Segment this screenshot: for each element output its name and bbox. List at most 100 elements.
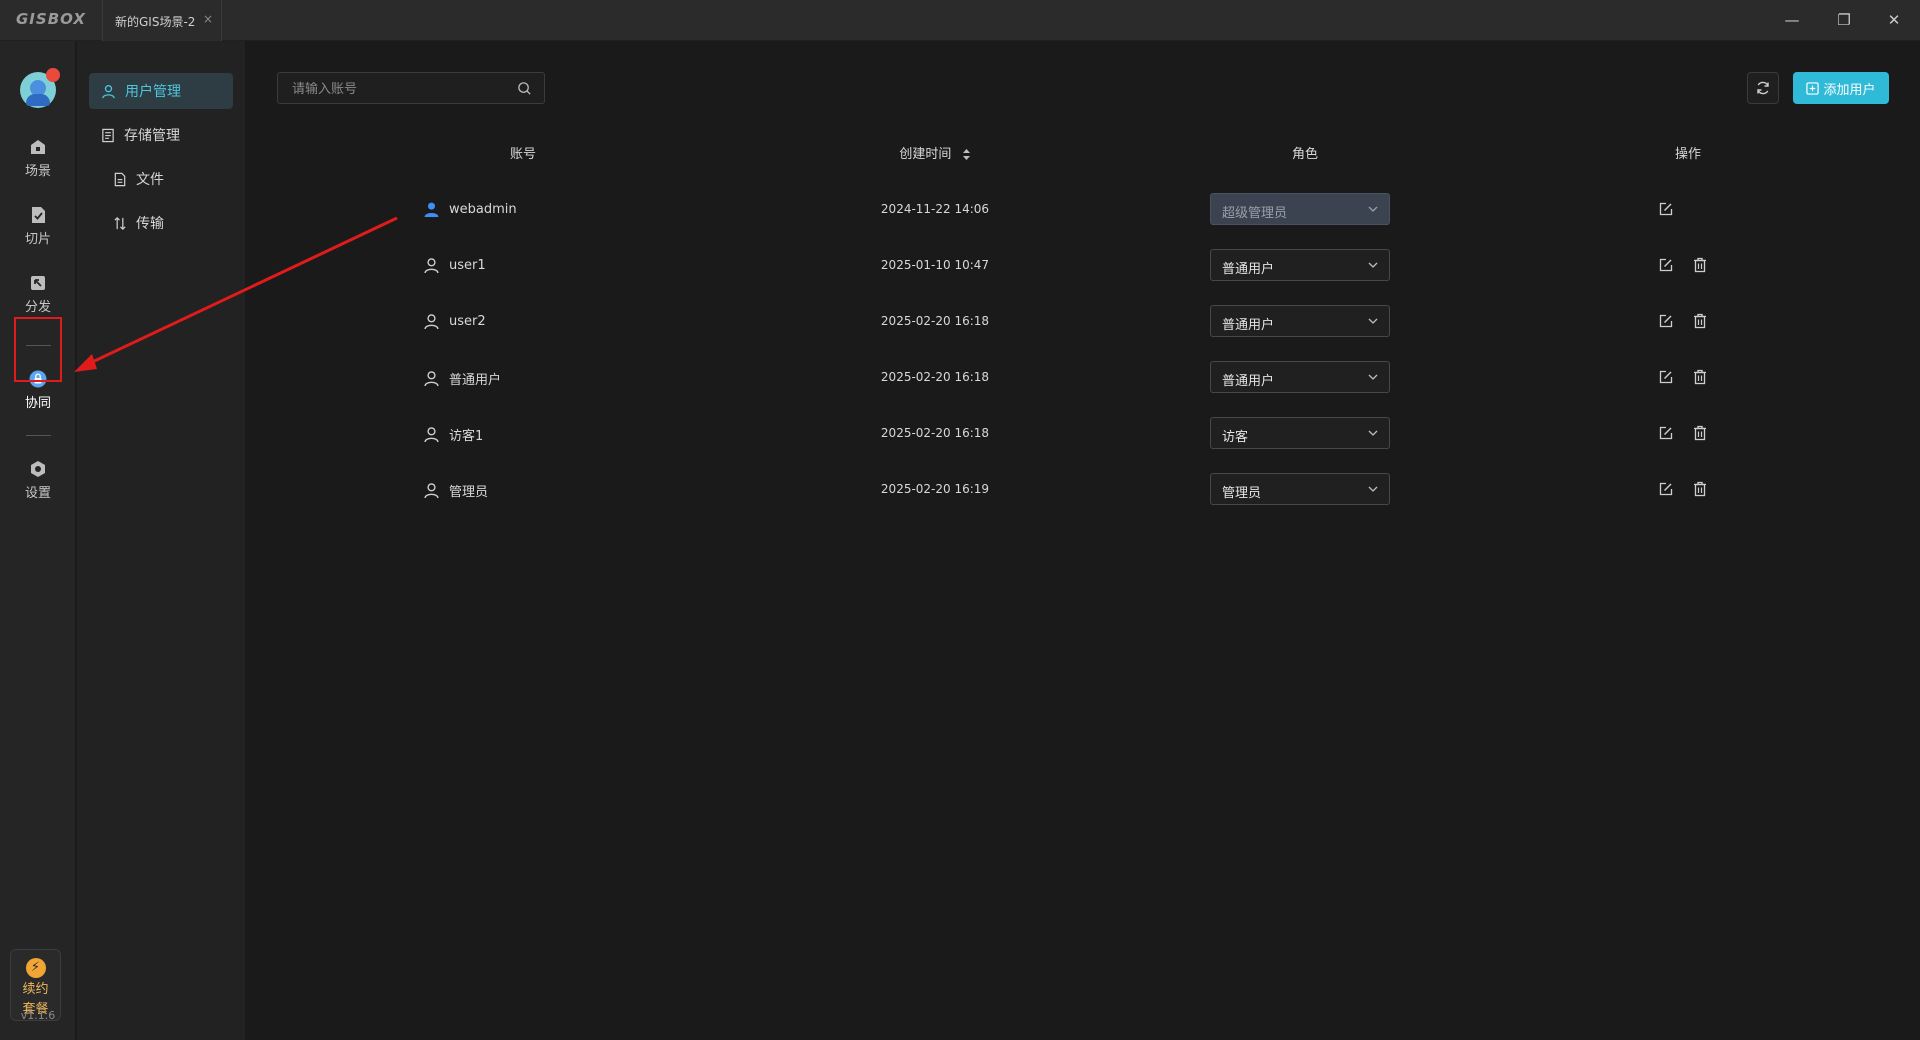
created-time: 2024-11-22 14:06 <box>880 202 990 216</box>
account-cell: webadmin <box>423 201 517 218</box>
search-icon[interactable] <box>517 81 532 96</box>
user-outline-icon <box>424 314 439 330</box>
sort-icon[interactable] <box>962 148 971 161</box>
sidebar-item-label: 设置 <box>24 486 51 501</box>
user-icon <box>102 84 115 98</box>
version-label: v1.1.6 <box>20 1009 56 1022</box>
role-value: 普通用户 <box>1222 262 1275 277</box>
subnav-item-storage[interactable]: 存储管理 <box>101 117 245 153</box>
delete-icon[interactable] <box>1692 313 1708 329</box>
title-bar: GISBOX 新的GIS场景-2 × — ❐ ✕ <box>0 0 1920 41</box>
table-row: webadmin 2024-11-22 14:06 超级管理员 <box>245 183 1920 239</box>
subnav-item-user-management[interactable]: 用户管理 <box>89 73 233 109</box>
account-name: webadmin <box>449 202 517 217</box>
edit-icon[interactable] <box>1658 313 1674 329</box>
add-user-button[interactable]: 添加用户 <box>1793 72 1889 104</box>
delete-icon[interactable] <box>1692 481 1708 497</box>
role-select[interactable]: 普通用户 <box>1210 305 1390 337</box>
add-icon <box>1806 81 1820 95</box>
storage-icon <box>102 128 114 142</box>
user-outline-icon <box>424 483 439 499</box>
role-value: 普通用户 <box>1222 374 1275 389</box>
column-header-created[interactable]: 创建时间 <box>835 143 1035 162</box>
table-row: user2 2025-02-20 16:18 普通用户 <box>245 295 1920 351</box>
user-outline-icon <box>424 427 439 443</box>
account-name: user1 <box>449 258 486 273</box>
transfer-icon <box>114 216 126 230</box>
role-value: 超级管理员 <box>1222 206 1288 221</box>
table-row: 访客1 2025-02-20 16:18 访客 <box>245 407 1920 463</box>
edit-icon[interactable] <box>1658 201 1674 217</box>
scene-icon <box>31 140 45 154</box>
delete-icon[interactable] <box>1692 425 1708 441</box>
tab-label: 新的GIS场景-2 <box>115 15 196 29</box>
role-value: 管理员 <box>1222 486 1262 501</box>
role-select[interactable]: 访客 <box>1210 417 1390 449</box>
chevron-down-icon <box>1368 318 1378 324</box>
account-name: user2 <box>449 314 486 329</box>
sidebar-item-distribute[interactable]: 分发 <box>0 273 76 315</box>
app-logo: GISBOX <box>16 10 86 28</box>
lightning-icon: ⚡ <box>25 958 46 978</box>
sidebar-item-settings[interactable]: 设置 <box>0 459 76 501</box>
account-cell: user1 <box>423 257 486 274</box>
subnav-label: 存储管理 <box>124 128 180 144</box>
delete-icon[interactable] <box>1692 257 1708 273</box>
account-cell: 普通用户 <box>423 369 501 388</box>
restore-button[interactable]: ❐ <box>1832 8 1856 32</box>
role-value: 普通用户 <box>1222 318 1275 333</box>
sidebar-item-scene[interactable]: 场景 <box>0 137 76 179</box>
tab-close-icon[interactable]: × <box>203 12 213 26</box>
tile-icon <box>32 207 45 223</box>
chevron-down-icon <box>1368 374 1378 380</box>
chevron-down-icon <box>1368 486 1378 492</box>
subnav-label: 用户管理 <box>125 84 181 100</box>
secondary-sidebar: 用户管理 存储管理 文件 传输 <box>77 41 245 1040</box>
subnav-item-file[interactable]: 文件 <box>113 161 233 197</box>
role-select: 超级管理员 <box>1210 193 1390 225</box>
created-time: 2025-02-20 16:18 <box>880 370 990 384</box>
account-cell: user2 <box>423 313 486 330</box>
edit-icon[interactable] <box>1658 481 1674 497</box>
refresh-button[interactable] <box>1747 72 1779 104</box>
avatar-body <box>26 94 50 106</box>
sidebar-item-label: 分发 <box>24 300 51 315</box>
role-select[interactable]: 普通用户 <box>1210 361 1390 393</box>
avatar[interactable] <box>20 68 60 108</box>
account-name: 管理员 <box>449 485 489 500</box>
table-row: user1 2025-01-10 10:47 普通用户 <box>245 239 1920 295</box>
edit-icon[interactable] <box>1658 257 1674 273</box>
account-cell: 访客1 <box>423 425 483 444</box>
close-button[interactable]: ✕ <box>1882 8 1906 32</box>
delete-icon[interactable] <box>1692 369 1708 385</box>
created-time: 2025-02-20 16:18 <box>880 426 990 440</box>
annotation-highlight-box <box>14 317 62 382</box>
role-select[interactable]: 管理员 <box>1210 473 1390 505</box>
created-time: 2025-02-20 16:18 <box>880 314 990 328</box>
subnav-label: 文件 <box>136 172 164 188</box>
search-input[interactable] <box>292 79 512 99</box>
column-header-role: 角色 <box>1291 147 1318 162</box>
refresh-icon <box>1757 81 1769 95</box>
column-header-actions: 操作 <box>1674 147 1701 162</box>
edit-icon[interactable] <box>1658 425 1674 441</box>
notification-badge-icon <box>46 68 60 82</box>
account-name: 普通用户 <box>449 373 502 388</box>
sidebar-item-label: 场景 <box>24 164 51 179</box>
main-sidebar: 场景 切片 分发 协同 设置 ⚡ 续约 套餐 <box>0 41 76 1040</box>
minimize-button[interactable]: — <box>1780 8 1804 32</box>
subnav-item-transfer[interactable]: 传输 <box>113 205 233 241</box>
role-select[interactable]: 普通用户 <box>1210 249 1390 281</box>
add-user-label: 添加用户 <box>1823 82 1876 98</box>
sidebar-item-tile[interactable]: 切片 <box>0 205 76 247</box>
edit-icon[interactable] <box>1658 369 1674 385</box>
table-row: 管理员 2025-02-20 16:19 管理员 <box>245 463 1920 519</box>
chevron-down-icon <box>1368 206 1378 212</box>
account-cell: 管理员 <box>423 481 488 500</box>
file-icon <box>114 172 126 186</box>
renew-label-line1: 续约 <box>22 982 49 997</box>
subnav-label: 传输 <box>136 216 164 232</box>
sidebar-divider <box>26 435 51 436</box>
tab-scene[interactable]: 新的GIS场景-2 × <box>102 0 222 41</box>
user-filled-icon <box>424 202 439 217</box>
